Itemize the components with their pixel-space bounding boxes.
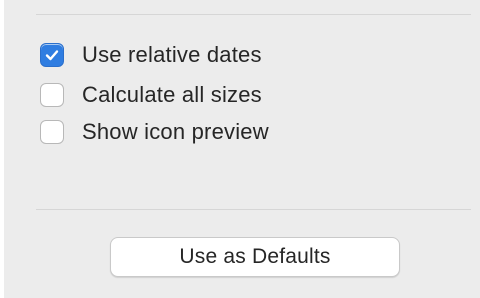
show-icon-preview-label: Show icon preview <box>82 119 269 144</box>
use-relative-dates-label: Use relative dates <box>82 42 262 67</box>
show-icon-preview-option[interactable]: Show icon preview <box>40 117 269 147</box>
view-options-panel: Use relative dates Calculate all sizes S… <box>4 0 480 298</box>
use-relative-dates-checkbox[interactable] <box>40 43 64 67</box>
show-icon-preview-checkbox[interactable] <box>40 120 64 144</box>
top-separator <box>36 14 471 15</box>
use-relative-dates-option[interactable]: Use relative dates <box>40 40 262 70</box>
calculate-all-sizes-checkbox[interactable] <box>40 83 64 107</box>
calculate-all-sizes-label: Calculate all sizes <box>82 82 262 107</box>
calculate-all-sizes-option[interactable]: Calculate all sizes <box>40 80 262 110</box>
bottom-separator <box>36 209 471 210</box>
checkmark-icon <box>45 50 59 61</box>
use-as-defaults-button[interactable]: Use as Defaults <box>110 237 400 277</box>
